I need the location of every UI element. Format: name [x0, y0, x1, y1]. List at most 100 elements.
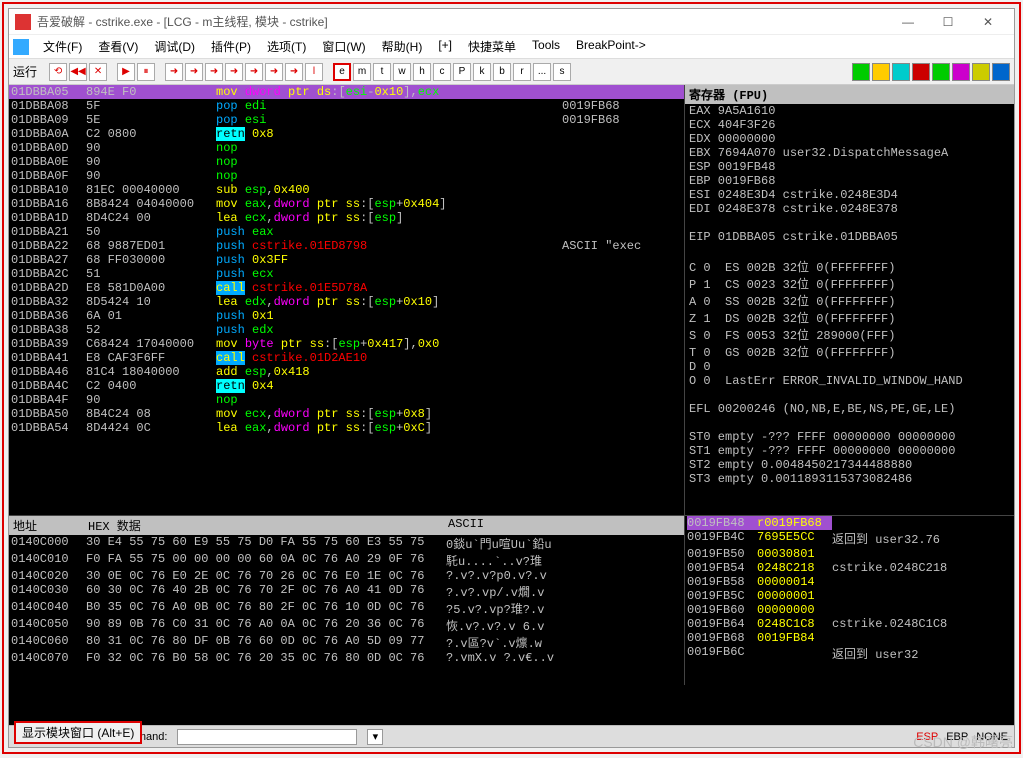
disasm-row[interactable]: 01DBBA1081EC 00040000sub esp,0x400 [9, 183, 684, 197]
menu-item[interactable]: 窗口(W) [314, 36, 373, 57]
menu-item[interactable]: [+] [430, 36, 460, 57]
dump-row[interactable]: 0140C00030 E4 55 75 60 E9 55 75 D0 FA 55… [9, 535, 684, 552]
close-button[interactable]: ✕ [968, 10, 1008, 34]
toolbar-btn-k[interactable]: k [473, 63, 491, 81]
stack-row[interactable]: 0019FB6000000000 [685, 603, 1014, 617]
toolbar-btn-...[interactable]: ... [533, 63, 551, 81]
disasm-row[interactable]: 01DBBA4681C4 18040000add esp,0x418 [9, 365, 684, 379]
disasm-row[interactable]: 01DBBA05894E F0mov dword ptr ds:[esi-0x1… [9, 85, 684, 99]
toolbar-btn-⏸[interactable]: ⏸ [137, 63, 155, 81]
dump-row[interactable]: 0140C05090 89 0B 76 C0 31 0C 76 A0 0A 0C… [9, 617, 684, 634]
dump-row[interactable]: 0140C070F0 32 0C 76 B0 58 0C 76 20 35 0C… [9, 651, 684, 665]
toolbar-btn-e[interactable]: e [333, 63, 351, 81]
register-row: T 0 GS 002B 32位 0(FFFFFFFF) [685, 343, 1014, 360]
tb-icon-7[interactable] [972, 63, 990, 81]
toolbar-btn-➜[interactable]: ➜ [285, 63, 303, 81]
toolbar-btn-➜[interactable]: ➜ [245, 63, 263, 81]
toolbar-btn-➜[interactable]: ➜ [165, 63, 183, 81]
dump-row[interactable]: 0140C06080 31 0C 76 80 DF 0B 76 60 0D 0C… [9, 634, 684, 651]
toolbar-btn-➜[interactable]: ➜ [265, 63, 283, 81]
disasm-row[interactable]: 01DBBA548D4424 0Clea eax,dword ptr ss:[e… [9, 421, 684, 435]
disasm-row[interactable]: 01DBBA2C51push ecx [9, 267, 684, 281]
disasm-row[interactable]: 01DBBA3852push edx [9, 323, 684, 337]
disasm-row[interactable]: 01DBBA0D90nop [9, 141, 684, 155]
stack-row[interactable]: 0019FB640248C1C8cstrike.0248C1C8 [685, 617, 1014, 631]
toolbar-btn-l[interactable]: l [305, 63, 323, 81]
memory-dump-pane[interactable]: 地址 HEX 数据 ASCII 0140C00030 E4 55 75 60 E… [9, 515, 684, 685]
stack-row[interactable]: 0019FB5800000014 [685, 575, 1014, 589]
disasm-row[interactable]: 01DBBA2150push eax [9, 225, 684, 239]
toolbar-btn-➜[interactable]: ➜ [225, 63, 243, 81]
menu-item[interactable]: 文件(F) [35, 36, 90, 57]
tb-icon-3[interactable] [892, 63, 910, 81]
register-row [685, 388, 1014, 402]
disasm-row[interactable]: 01DBBA366A 01push 0x1 [9, 309, 684, 323]
toolbar-btn-➜[interactable]: ➜ [185, 63, 203, 81]
menu-item[interactable]: BreakPoint-> [568, 36, 654, 57]
command-input[interactable] [177, 729, 357, 745]
dump-row[interactable]: 0140C010F0 FA 55 75 00 00 00 00 60 0A 0C… [9, 552, 684, 569]
disasm-row[interactable]: 01DBBA168B8424 04040000mov eax,dword ptr… [9, 197, 684, 211]
registers-pane[interactable]: 寄存器 (FPU) EAX 9A5A1610ECX 404F3F26EDX 00… [684, 85, 1014, 515]
tb-icon-8[interactable] [992, 63, 1010, 81]
toolbar-btn-h[interactable]: h [413, 63, 431, 81]
stack-row[interactable]: 0019FB540248C218cstrike.0248C218 [685, 561, 1014, 575]
menu-item[interactable]: 选项(T) [259, 36, 314, 57]
disasm-row[interactable]: 01DBBA2268 9887ED01push cstrike.01ED8798… [9, 239, 684, 253]
toolbar-btn-◀◀[interactable]: ◀◀ [69, 63, 87, 81]
disasm-row[interactable]: 01DBBA4F90nop [9, 393, 684, 407]
menu-item[interactable]: 快捷菜单 [460, 36, 524, 57]
stack-row[interactable]: 0019FB4C7695E5CC返回到 user32.76 [685, 530, 1014, 547]
register-row: EAX 9A5A1610 [685, 104, 1014, 118]
stack-row[interactable]: 0019FB680019FB84 [685, 631, 1014, 645]
disasm-row[interactable]: 01DBBA085Fpop edi0019FB68 [9, 99, 684, 113]
menu-item[interactable]: 帮助(H) [374, 36, 431, 57]
toolbar-btn-P[interactable]: P [453, 63, 471, 81]
toolbar-btn-b[interactable]: b [493, 63, 511, 81]
toolbar-btn-▶[interactable]: ▶ [117, 63, 135, 81]
disasm-row[interactable]: 01DBBA0AC2 0800retn 0x8 [9, 127, 684, 141]
tb-icon-4[interactable] [912, 63, 930, 81]
disasm-row[interactable]: 01DBBA2DE8 581D0A00call cstrike.01E5D78A [9, 281, 684, 295]
toolbar-btn-➜[interactable]: ➜ [205, 63, 223, 81]
stack-row[interactable]: 0019FB5C00000001 [685, 589, 1014, 603]
toolbar-btn-t[interactable]: t [373, 63, 391, 81]
toolbar-btn-⟲[interactable]: ⟲ [49, 63, 67, 81]
menu-item[interactable]: 调试(D) [146, 36, 203, 57]
dump-row[interactable]: 0140C03060 30 0C 76 40 2B 0C 76 70 2F 0C… [9, 583, 684, 600]
dump-row[interactable]: 0140C040B0 35 0C 76 A0 0B 0C 76 80 2F 0C… [9, 600, 684, 617]
tb-icon-5[interactable] [932, 63, 950, 81]
toolbar-btn-m[interactable]: m [353, 63, 371, 81]
disasm-row[interactable]: 01DBBA2768 FF030000push 0x3FF [9, 253, 684, 267]
disasm-row[interactable]: 01DBBA0E90nop [9, 155, 684, 169]
disasm-row[interactable]: 01DBBA4CC2 0400retn 0x4 [9, 379, 684, 393]
command-dropdown[interactable]: ▾ [367, 729, 383, 745]
disassembly-pane[interactable]: 01DBBA05894E F0mov dword ptr ds:[esi-0x1… [9, 85, 684, 515]
disasm-row[interactable]: 01DBBA39C68424 17040000mov byte ptr ss:[… [9, 337, 684, 351]
stack-row[interactable]: 0019FB6C返回到 user32 [685, 645, 1014, 662]
toolbar-btn-w[interactable]: w [393, 63, 411, 81]
menu-item[interactable]: 查看(V) [90, 36, 146, 57]
dump-row[interactable]: 0140C02030 0E 0C 76 E0 2E 0C 76 70 26 0C… [9, 569, 684, 583]
stack-row[interactable]: 0019FB5000030801 [685, 547, 1014, 561]
disasm-row[interactable]: 01DBBA41E8 CAF3F6FFcall cstrike.01D2AE10 [9, 351, 684, 365]
minimize-button[interactable]: — [888, 10, 928, 34]
maximize-button[interactable]: ☐ [928, 10, 968, 34]
menu-item[interactable]: 插件(P) [203, 36, 259, 57]
disasm-row[interactable]: 01DBBA328D5424 10lea edx,dword ptr ss:[e… [9, 295, 684, 309]
disasm-row[interactable]: 01DBBA508B4C24 08mov ecx,dword ptr ss:[e… [9, 407, 684, 421]
disasm-row[interactable]: 01DBBA0F90nop [9, 169, 684, 183]
register-row [685, 416, 1014, 430]
tb-icon-2[interactable] [872, 63, 890, 81]
toolbar-btn-✕[interactable]: ✕ [89, 63, 107, 81]
toolbar-btn-c[interactable]: c [433, 63, 451, 81]
menu-item[interactable]: Tools [524, 36, 568, 57]
stack-pane[interactable]: 0019FB48 r0019FB68 0019FB4C7695E5CC返回到 u… [684, 515, 1014, 685]
tb-icon-1[interactable] [852, 63, 870, 81]
tb-icon-6[interactable] [952, 63, 970, 81]
toolbar-btn-s[interactable]: s [553, 63, 571, 81]
disasm-row[interactable]: 01DBBA1D8D4C24 00lea ecx,dword ptr ss:[e… [9, 211, 684, 225]
register-row: EBX 7694A070 user32.DispatchMessageA [685, 146, 1014, 160]
toolbar-btn-r[interactable]: r [513, 63, 531, 81]
disasm-row[interactable]: 01DBBA095Epop esi0019FB68 [9, 113, 684, 127]
